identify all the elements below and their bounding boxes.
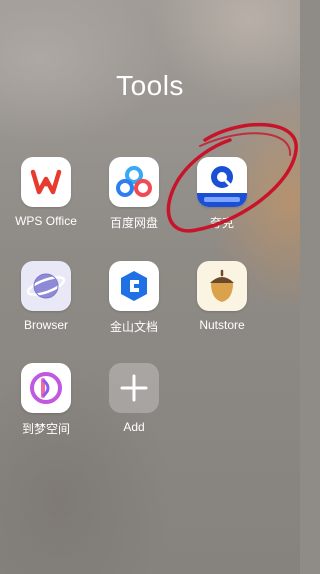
app-label: 到梦空间 [21,422,70,436]
app-nutstore[interactable]: Nutstore [180,261,264,332]
app-label: 金山文档 [109,320,158,334]
app-wps-office[interactable]: WPS Office [4,157,88,228]
app-label: Add [123,420,145,434]
app-daomeng-space[interactable]: 到梦空间 [4,363,88,437]
app-label: 百度网盘 [109,216,158,230]
app-browser[interactable]: Browser [4,261,88,332]
app-label: Nutstore [199,318,245,332]
kingsoft-docs-icon [109,261,159,311]
app-kingsoft-docs[interactable]: 金山文档 [92,261,176,335]
app-baidu-netdisk[interactable]: 百度网盘 [92,157,176,231]
wps-office-icon [21,157,71,207]
app-label: 夸克 [209,216,234,230]
baidu-netdisk-icon [109,157,159,207]
app-quark[interactable]: 夸克 [180,157,264,231]
plus-icon [109,363,159,413]
app-label: Browser [23,318,68,332]
quark-icon [197,157,247,207]
add-app-button[interactable]: Add [92,363,176,434]
folder-title: Tools [116,70,184,101]
app-label: WPS Office [15,214,77,228]
nutstore-acorn-icon [197,261,247,311]
browser-planet-icon [21,261,71,311]
daomeng-space-icon [21,363,71,413]
